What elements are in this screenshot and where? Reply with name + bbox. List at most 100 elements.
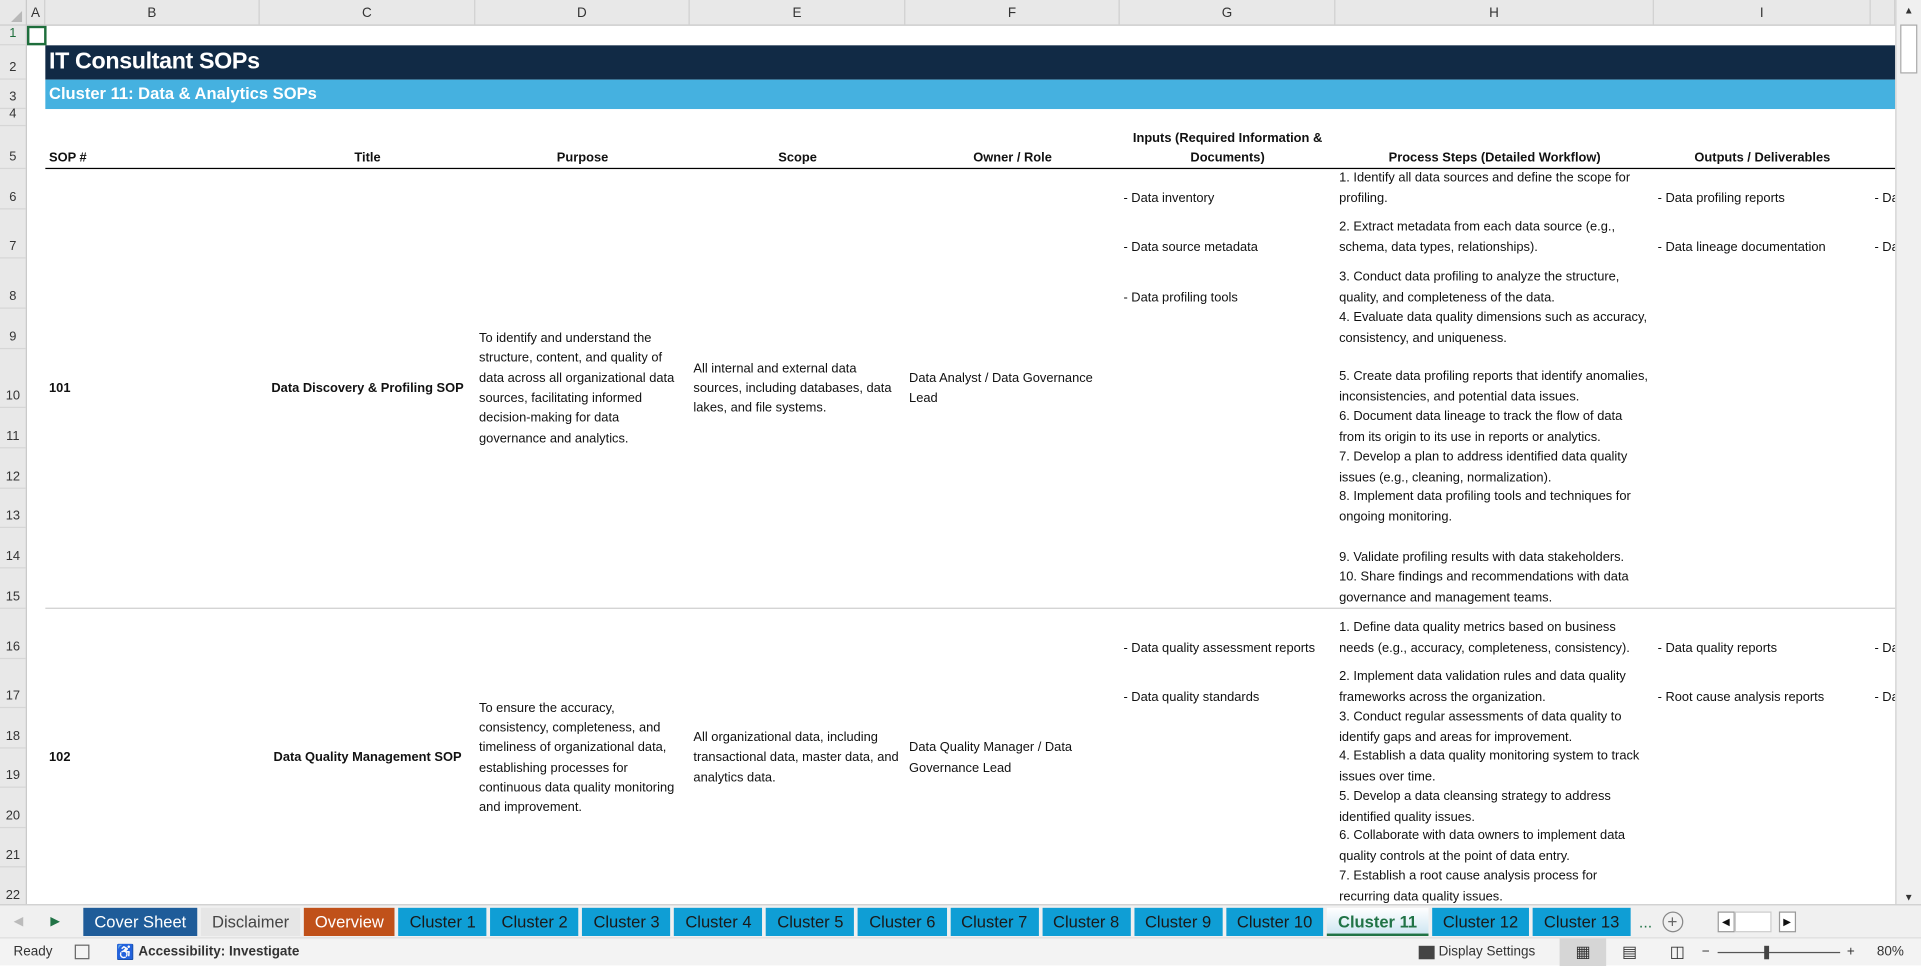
sheet-tab-cluster-4[interactable]: Cluster 4 [674,907,763,936]
next-column-item[interactable] [1871,259,1896,309]
next-column-item[interactable] [1871,528,1896,568]
process-step[interactable]: 5. Create data profiling reports that id… [1335,349,1654,408]
next-column-item[interactable] [1871,568,1896,608]
row-header-7[interactable]: 7 [0,209,26,259]
sheet-tab-cluster-2[interactable]: Cluster 2 [490,907,579,936]
select-all-button[interactable] [0,0,27,26]
next-column-item[interactable]: - Da [1871,169,1895,209]
column-header-E[interactable]: E [690,0,906,26]
process-step[interactable]: 3. Conduct regular assessments of data q… [1335,708,1654,748]
next-column-item[interactable] [1871,749,1896,788]
sheet-tab-cover-sheet[interactable]: Cover Sheet [83,907,198,936]
input-item[interactable] [1120,568,1336,608]
column-header-A[interactable]: A [27,0,46,26]
input-item[interactable] [1120,867,1336,907]
row-header-10[interactable]: 10 [0,349,26,408]
next-column-item[interactable]: - Da [1871,659,1895,708]
input-item[interactable] [1120,749,1336,788]
accessibility-icon[interactable]: ♿ [116,943,134,960]
output-item[interactable] [1654,708,1871,748]
input-item[interactable]: - Data quality standards [1120,659,1336,708]
row-header-12[interactable]: 12 [0,448,26,489]
input-item[interactable]: - Data profiling tools [1120,259,1336,309]
output-item[interactable] [1654,528,1871,568]
column-header-C[interactable]: C [260,0,476,26]
row-header-18[interactable]: 18 [0,708,26,749]
display-settings-button[interactable]: Display Settings [1439,945,1536,960]
sheet-tab-cluster-3[interactable]: Cluster 3 [582,907,671,936]
tab-scroll-left-icon[interactable]: ◀ [0,915,37,928]
output-item[interactable] [1654,828,1871,867]
page-layout-icon[interactable]: ▤ [1606,942,1653,962]
sop-scope[interactable]: All internal and external data sources, … [690,169,906,608]
output-item[interactable] [1654,448,1871,488]
sheet-tab-cluster-5[interactable]: Cluster 5 [766,907,855,936]
row-header-11[interactable]: 11 [0,408,26,449]
row-header-4[interactable]: 4 [0,107,26,127]
sop-owner[interactable]: Data Quality Manager / Data Governance L… [905,609,1119,907]
column-header-partial[interactable] [1871,0,1896,26]
input-item[interactable] [1120,528,1336,568]
row-header-5[interactable]: 5 [0,126,26,170]
vertical-scrollbar[interactable]: ▲ ▼ [1895,0,1921,908]
output-item[interactable] [1654,259,1871,309]
process-step[interactable]: 3. Conduct data profiling to analyze the… [1335,259,1654,309]
process-step[interactable]: 6. Collaborate with data owners to imple… [1335,828,1654,867]
sheet-tab-cluster-11[interactable]: Cluster 11 [1326,907,1429,936]
sop-owner[interactable]: Data Analyst / Data Governance Lead [905,169,1119,608]
column-header-B[interactable]: B [45,0,260,26]
output-item[interactable]: - Data lineage documentation [1654,209,1871,258]
input-item[interactable] [1120,349,1336,408]
column-header-I[interactable]: I [1654,0,1871,26]
row-header-2[interactable]: 2 [0,45,26,80]
zoom-level[interactable]: 80% [1877,945,1904,960]
scroll-up-icon[interactable]: ▲ [1897,0,1921,21]
row-header-13[interactable]: 13 [0,489,26,529]
process-step[interactable]: 8. Implement data profiling tools and te… [1335,489,1654,528]
zoom-out-button[interactable]: − [1702,945,1710,960]
macro-record-icon[interactable] [74,944,90,960]
input-item[interactable] [1120,788,1336,828]
input-item[interactable] [1120,708,1336,748]
sop-title[interactable]: Data Quality Management SOP [260,609,476,907]
row-header-1[interactable]: 1 [0,26,26,46]
next-column-item[interactable] [1871,788,1896,828]
process-step[interactable]: 10. Share findings and recommendations w… [1335,568,1654,608]
zoom-slider[interactable] [1717,945,1840,959]
process-step[interactable]: 2. Implement data validation rules and d… [1335,659,1654,708]
hscroll-right-icon[interactable]: ▶ [1778,910,1796,932]
normal-view-icon[interactable]: ▦ [1559,937,1607,966]
sheet-tab-cluster-7[interactable]: Cluster 7 [950,907,1039,936]
next-column-item[interactable]: - Da [1871,209,1895,258]
next-column-item[interactable] [1871,867,1896,907]
sheet-tab-cluster-8[interactable]: Cluster 8 [1042,907,1131,936]
sheet-tab-cluster-13[interactable]: Cluster 13 [1532,907,1631,936]
sop-number[interactable]: 102 [45,609,259,907]
sop-purpose[interactable]: To identify and understand the structure… [475,169,689,608]
input-item[interactable] [1120,309,1336,349]
output-item[interactable]: - Data profiling reports [1654,169,1871,209]
input-item[interactable] [1120,448,1336,488]
row-header-21[interactable]: 21 [0,828,26,868]
process-step[interactable]: 6. Document data lineage to track the fl… [1335,408,1654,448]
add-sheet-icon[interactable]: + [1662,910,1683,932]
selected-cell-a1[interactable] [26,25,47,46]
sheet-tab-cluster-6[interactable]: Cluster 6 [858,907,947,936]
next-column-item[interactable] [1871,708,1896,748]
accessibility-status[interactable]: Accessibility: Investigate [138,945,299,960]
process-step[interactable]: 7. Establish a root cause analysis proce… [1335,867,1654,907]
output-item[interactable] [1654,349,1871,408]
input-item[interactable]: - Data inventory [1120,169,1336,209]
row-header-9[interactable]: 9 [0,309,26,350]
sop-purpose[interactable]: To ensure the accuracy, consistency, com… [475,609,689,907]
page-break-preview-icon[interactable]: ◫ [1653,942,1702,962]
worksheet-grid[interactable]: IT Consultant SOPs Cluster 11: Data & An… [26,25,1896,908]
column-header-G[interactable]: G [1120,0,1336,26]
output-item[interactable] [1654,867,1871,907]
next-column-item[interactable] [1871,489,1896,528]
sheet-tab-cluster-9[interactable]: Cluster 9 [1133,907,1223,936]
input-item[interactable] [1120,489,1336,528]
output-item[interactable]: - Data quality reports [1654,609,1871,659]
sop-title[interactable]: Data Discovery & Profiling SOP [260,169,476,608]
process-step[interactable]: 4. Establish a data quality monitoring s… [1335,749,1654,788]
